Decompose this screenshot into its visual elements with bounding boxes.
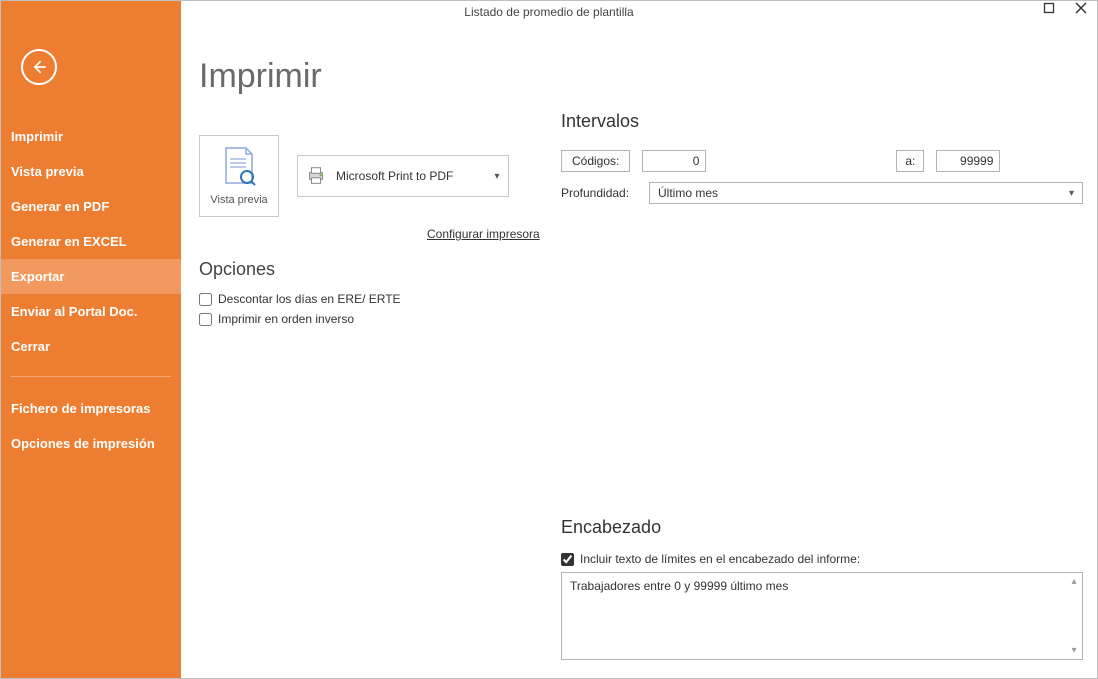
chk-descontar-ere-input[interactable] xyxy=(199,293,212,306)
window-title: Listado de promedio de plantilla xyxy=(464,5,633,19)
vista-previa-button[interactable]: Vista previa xyxy=(199,135,279,217)
chk-incluir-texto-input[interactable] xyxy=(561,553,574,566)
sidebar-item-generar-excel[interactable]: Generar en EXCEL xyxy=(1,224,181,259)
profundidad-select[interactable]: Último mes ▾ xyxy=(649,182,1083,204)
opciones-section: Opciones Descontar los días en ERE/ ERTE… xyxy=(199,259,401,332)
chevron-down-icon: ▾ xyxy=(1069,188,1074,199)
sidebar-item-cerrar[interactable]: Cerrar xyxy=(1,329,181,364)
printer-icon xyxy=(304,164,328,188)
sidebar: Imprimir Vista previa Generar en PDF Gen… xyxy=(1,1,181,678)
restore-icon[interactable] xyxy=(1039,2,1059,22)
chk-descontar-ere[interactable]: Descontar los días en ERE/ ERTE xyxy=(199,292,401,306)
sidebar-item-exportar[interactable]: Exportar xyxy=(1,259,181,294)
encabezado-section: Encabezado Incluir texto de límites en e… xyxy=(561,517,1083,663)
sidebar-item-enviar-portal[interactable]: Enviar al Portal Doc. xyxy=(1,294,181,329)
chk-incluir-texto[interactable]: Incluir texto de límites en el encabezad… xyxy=(561,552,1083,566)
profundidad-row: Profundidad: Último mes ▾ xyxy=(561,182,1083,204)
scroll-down-icon[interactable]: ▾ xyxy=(1067,643,1081,657)
vista-previa-label: Vista previa xyxy=(210,194,267,206)
window-buttons xyxy=(1039,2,1091,22)
configurar-impresora-link[interactable]: Configurar impresora xyxy=(427,227,540,241)
codigos-to-input[interactable] xyxy=(936,150,1000,172)
chk-incluir-texto-label: Incluir texto de límites en el encabezad… xyxy=(580,552,860,566)
arrow-left-icon xyxy=(29,57,49,77)
printer-select[interactable]: Microsoft Print to PDF ▾ xyxy=(297,155,509,197)
chk-descontar-ere-label: Descontar los días en ERE/ ERTE xyxy=(218,292,401,306)
scroll-up-icon[interactable]: ▴ xyxy=(1067,574,1081,588)
sidebar-item-generar-pdf[interactable]: Generar en PDF xyxy=(1,189,181,224)
back-button[interactable] xyxy=(21,49,57,85)
codigos-label: Códigos: xyxy=(561,150,630,172)
encabezado-heading: Encabezado xyxy=(561,517,1083,538)
codigos-a-label: a: xyxy=(896,150,924,172)
chk-orden-inverso-label: Imprimir en orden inverso xyxy=(218,312,354,326)
sidebar-item-vista-previa[interactable]: Vista previa xyxy=(1,154,181,189)
sidebar-item-fichero-impresoras[interactable]: Fichero de impresoras xyxy=(1,391,181,426)
intervalos-heading: Intervalos xyxy=(561,111,1083,132)
chk-orden-inverso-input[interactable] xyxy=(199,313,212,326)
opciones-heading: Opciones xyxy=(199,259,401,280)
profundidad-value: Último mes xyxy=(658,186,718,200)
chevron-down-icon: ▾ xyxy=(492,171,502,182)
encabezado-textarea[interactable] xyxy=(561,572,1083,660)
sidebar-nav: Imprimir Vista previa Generar en PDF Gen… xyxy=(1,119,181,461)
close-icon[interactable] xyxy=(1071,2,1091,22)
profundidad-label: Profundidad: xyxy=(561,186,637,200)
document-preview-icon xyxy=(222,147,256,190)
chk-orden-inverso[interactable]: Imprimir en orden inverso xyxy=(199,312,401,326)
sidebar-item-opciones-impresion[interactable]: Opciones de impresión xyxy=(1,426,181,461)
intervalos-section: Intervalos Códigos: a: Profundidad: Últi… xyxy=(561,111,1083,214)
encabezado-text-wrap: ▴ ▾ xyxy=(561,572,1083,663)
codigos-row: Códigos: a: xyxy=(561,150,1083,172)
codigos-from-input[interactable] xyxy=(642,150,706,172)
page-title: Imprimir xyxy=(199,57,322,96)
sidebar-separator xyxy=(11,376,171,377)
printer-name: Microsoft Print to PDF xyxy=(336,169,492,183)
action-row: Vista previa Microsoft Print to PDF ▾ xyxy=(199,135,509,217)
sidebar-item-imprimir[interactable]: Imprimir xyxy=(1,119,181,154)
main-panel: Imprimir Vista previa xyxy=(181,27,1097,678)
